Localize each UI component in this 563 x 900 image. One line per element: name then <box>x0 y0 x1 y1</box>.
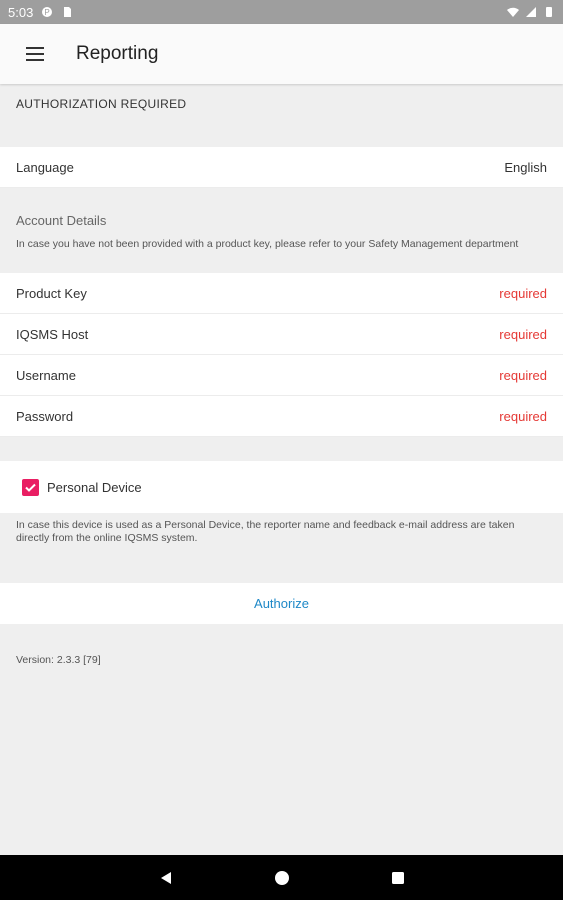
product-key-row[interactable]: Product Key required <box>0 273 563 314</box>
username-status: required <box>499 367 547 383</box>
account-details-title: Account Details <box>16 213 107 228</box>
language-row[interactable]: Language English <box>0 147 563 188</box>
app-bar: Reporting <box>0 24 563 84</box>
personal-device-label: Personal Device <box>47 479 142 495</box>
language-label: Language <box>16 159 74 175</box>
version-text: Version: 2.3.3 [79] <box>16 654 101 666</box>
status-bar: 5:03 P <box>0 0 563 24</box>
account-details-note: In case you have not been provided with … <box>16 238 519 250</box>
settings-content: AUTHORIZATION REQUIRED Language English … <box>0 84 563 666</box>
wifi-icon <box>507 7 519 17</box>
page-title: Reporting <box>76 43 159 64</box>
notification-icon: P <box>42 7 53 17</box>
spacer <box>0 124 563 147</box>
username-label: Username <box>16 367 76 383</box>
svg-text:P: P <box>45 8 50 17</box>
personal-device-row[interactable]: Personal Device <box>0 461 563 513</box>
account-details-section: Account Details In case you have not bee… <box>0 188 563 273</box>
username-row[interactable]: Username required <box>0 355 563 396</box>
authorize-button[interactable]: Authorize <box>0 583 563 624</box>
password-label: Password <box>16 408 74 424</box>
spacer <box>0 437 563 461</box>
iqsms-host-status: required <box>499 326 547 342</box>
product-key-label: Product Key <box>16 285 87 301</box>
sd-card-icon <box>64 7 72 17</box>
recents-icon[interactable] <box>390 870 406 886</box>
product-key-status: required <box>499 285 547 301</box>
personal-device-note: In case this device is used as a Persona… <box>16 519 515 544</box>
battery-icon <box>546 7 552 17</box>
signal-icon <box>526 7 536 17</box>
back-icon[interactable] <box>158 870 174 886</box>
checkmark-icon <box>25 483 36 492</box>
hamburger-menu-icon <box>26 47 44 61</box>
status-time: 5:03 <box>8 4 34 20</box>
password-row[interactable]: Password required <box>0 396 563 437</box>
authorize-label: Authorize <box>254 596 309 611</box>
personal-device-checkbox[interactable] <box>22 478 39 496</box>
personal-device-note-section: In case this device is used as a Persona… <box>0 513 563 583</box>
menu-button[interactable] <box>0 24 70 84</box>
authorization-header: AUTHORIZATION REQUIRED <box>16 97 187 111</box>
navigation-bar <box>0 855 563 900</box>
iqsms-host-label: IQSMS Host <box>16 326 89 342</box>
password-status: required <box>499 408 547 424</box>
home-icon[interactable] <box>274 870 290 886</box>
language-value: English <box>504 159 547 175</box>
iqsms-host-row[interactable]: IQSMS Host required <box>0 314 563 355</box>
